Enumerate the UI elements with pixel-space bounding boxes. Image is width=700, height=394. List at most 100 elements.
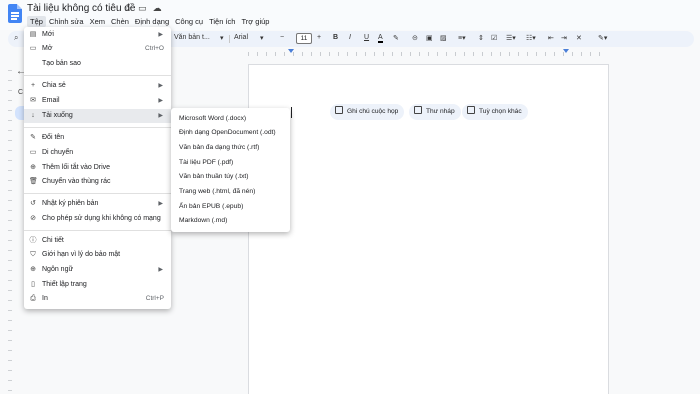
decrease-indent-icon[interactable]: ⇤: [548, 34, 554, 42]
increase-font-size-icon[interactable]: +: [317, 34, 321, 41]
menu-item-label: Cho phép sử dụng khi không có mạng: [42, 215, 161, 222]
menu-item-share[interactable]: + Chia sẻ ▶: [24, 79, 171, 93]
menu-item-make-copy[interactable]: Tạo bản sao: [24, 57, 171, 71]
menu-item-label: Mới: [42, 31, 54, 38]
menu-item-details[interactable]: ⓘ Chi tiết: [24, 234, 171, 248]
menu-item-label: Tạo bản sao: [42, 60, 81, 67]
decrease-font-size-icon[interactable]: −: [280, 34, 284, 41]
right-indent-marker[interactable]: [563, 49, 569, 53]
menu-tools[interactable]: Công cụ: [172, 16, 206, 27]
menu-item-email[interactable]: ✉ Email ▶: [24, 94, 171, 108]
submenu-arrow-icon: ▶: [158, 98, 163, 104]
menu-item-label: Giới hạn vì lý do bảo mật: [42, 251, 121, 258]
menu-item-move[interactable]: ▭ Di chuyển: [24, 146, 171, 160]
document-title[interactable]: Tài liệu không có tiêu đề: [27, 3, 135, 14]
star-icon[interactable]: ☆: [124, 3, 132, 14]
chevron-down-icon[interactable]: ▾: [220, 34, 224, 42]
underline-button[interactable]: U: [364, 34, 369, 41]
italic-button[interactable]: I: [349, 34, 351, 41]
clear-formatting-icon[interactable]: ✕: [576, 34, 582, 42]
docs-logo-icon[interactable]: [8, 4, 22, 23]
submenu-arrow-icon: ▶: [158, 32, 163, 38]
increase-indent-icon[interactable]: ⇥: [561, 34, 567, 42]
menu-item-label: Ngôn ngữ: [42, 266, 74, 273]
text-color-button[interactable]: A: [378, 34, 383, 43]
menu-item-move-to-trash[interactable]: 🗑 Chuyển vào thùng rác: [24, 175, 171, 189]
new-doc-icon: ▤: [29, 31, 37, 38]
menu-item-label: Đổi tên: [42, 134, 65, 141]
cloud-status-icon[interactable]: ☁: [153, 3, 162, 14]
checklist-icon[interactable]: ☑: [491, 34, 497, 42]
menu-insert[interactable]: Chèn: [108, 16, 132, 27]
menu-item-new[interactable]: ▤ Mới ▶: [24, 28, 171, 42]
search-menus-icon[interactable]: ⌕: [14, 33, 18, 43]
trash-icon: 🗑: [29, 178, 38, 185]
menu-item-label: Email: [42, 97, 60, 104]
align-icon[interactable]: ≡▾: [458, 34, 466, 42]
menu-help[interactable]: Trợ giúp: [238, 16, 272, 27]
move-folder-icon: ▭: [29, 149, 37, 156]
menu-edit[interactable]: Chỉnh sửa: [46, 16, 87, 27]
menu-item-version-history[interactable]: ↺ Nhật ký phiên bản ▶: [24, 197, 171, 211]
insert-comment-icon[interactable]: ▣: [426, 34, 433, 42]
paragraph-style-dropdown[interactable]: Văn bản t...: [174, 34, 210, 41]
menu-format[interactable]: Định dạng: [132, 16, 172, 27]
highlight-color-icon[interactable]: ✎: [393, 34, 399, 42]
menu-bar: Tệp Chỉnh sửa Xem Chèn Định dạng Công cụ…: [27, 16, 272, 27]
file-menu: ▤ Mới ▶ ▭ Mở Ctrl+O Tạo bản sao + Chia s…: [24, 27, 171, 309]
download-epub[interactable]: Ấn bản EPUB (.epub): [171, 200, 290, 214]
menu-item-open[interactable]: ▭ Mở Ctrl+O: [24, 42, 171, 56]
menu-item-security-limits[interactable]: ⛉ Giới hạn vì lý do bảo mật: [24, 248, 171, 262]
download-submenu: Microsoft Word (.docx) Định dạng OpenDoc…: [171, 108, 290, 232]
menu-extensions[interactable]: Tiện ích: [206, 16, 238, 27]
more-options-chip[interactable]: Tuỳ chọn khác: [462, 104, 528, 120]
horizontal-ruler[interactable]: [248, 49, 608, 57]
email-draft-chip[interactable]: Thư nháp: [409, 104, 461, 120]
line-spacing-icon[interactable]: ⇕: [478, 34, 484, 42]
font-size-input[interactable]: 11: [296, 33, 312, 44]
download-odt[interactable]: Định dạng OpenDocument (.odt): [171, 126, 290, 140]
menu-divider: [24, 127, 171, 128]
download-html[interactable]: Trang web (.html, đã nén): [171, 185, 290, 199]
email-draft-icon: [414, 106, 422, 114]
menu-item-language[interactable]: ⊕ Ngôn ngữ ▶: [24, 263, 171, 277]
download-pdf[interactable]: Tài liệu PDF (.pdf): [171, 156, 290, 170]
download-md[interactable]: Markdown (.md): [171, 214, 290, 228]
rename-icon: ✎: [30, 134, 36, 141]
vertical-ruler: [8, 70, 12, 394]
menu-item-label: Tải xuống: [42, 112, 73, 119]
font-family-dropdown[interactable]: Arial: [234, 34, 248, 41]
download-txt[interactable]: Văn bản thuần túy (.txt): [171, 170, 290, 184]
ruler-ticks: [248, 52, 608, 56]
shortcut-label: Ctrl+P: [145, 295, 164, 302]
chevron-down-icon[interactable]: ▾: [260, 34, 264, 42]
more-options-icon: [467, 106, 475, 114]
download-icon: ↓: [31, 112, 35, 119]
left-indent-marker[interactable]: [288, 49, 294, 53]
menu-item-rename[interactable]: ✎ Đổi tên: [24, 131, 171, 145]
print-icon: ⎙: [30, 295, 36, 302]
insert-link-icon[interactable]: ⊝: [412, 34, 418, 42]
numbered-list-icon[interactable]: ☷▾: [526, 34, 536, 42]
page-setup-icon: ▯: [31, 281, 35, 288]
editing-mode-icon[interactable]: ✎▾: [598, 34, 607, 42]
move-folder-icon[interactable]: ▭: [138, 3, 147, 14]
menu-item-label: Thêm lối tắt vào Drive: [42, 164, 111, 171]
menu-item-download[interactable]: ↓ Tải xuống ▶: [24, 109, 171, 123]
menu-view[interactable]: Xem: [87, 16, 108, 27]
bold-button[interactable]: B: [333, 34, 338, 41]
download-rtf[interactable]: Văn bản đa dạng thức (.rtf): [171, 141, 290, 155]
copy-icon: [29, 60, 37, 68]
menu-item-print[interactable]: ⎙ In Ctrl+P: [24, 292, 171, 306]
menu-item-offline[interactable]: ⊘ Cho phép sử dụng khi không có mạng: [24, 212, 171, 226]
menu-item-page-setup[interactable]: ▯ Thiết lập trang: [24, 278, 171, 292]
meeting-notes-chip[interactable]: Ghi chú cuộc họp: [330, 104, 405, 120]
email-icon: ✉: [30, 97, 36, 104]
chip-label: Thư nháp: [426, 108, 455, 115]
bulleted-list-icon[interactable]: ☰▾: [506, 34, 516, 42]
insert-image-icon[interactable]: ▨: [440, 34, 447, 42]
menu-file[interactable]: Tệp: [27, 16, 46, 27]
menu-item-label: Chi tiết: [42, 237, 64, 244]
download-docx[interactable]: Microsoft Word (.docx): [171, 112, 290, 126]
menu-item-add-shortcut[interactable]: ⊕ Thêm lối tắt vào Drive: [24, 161, 171, 175]
